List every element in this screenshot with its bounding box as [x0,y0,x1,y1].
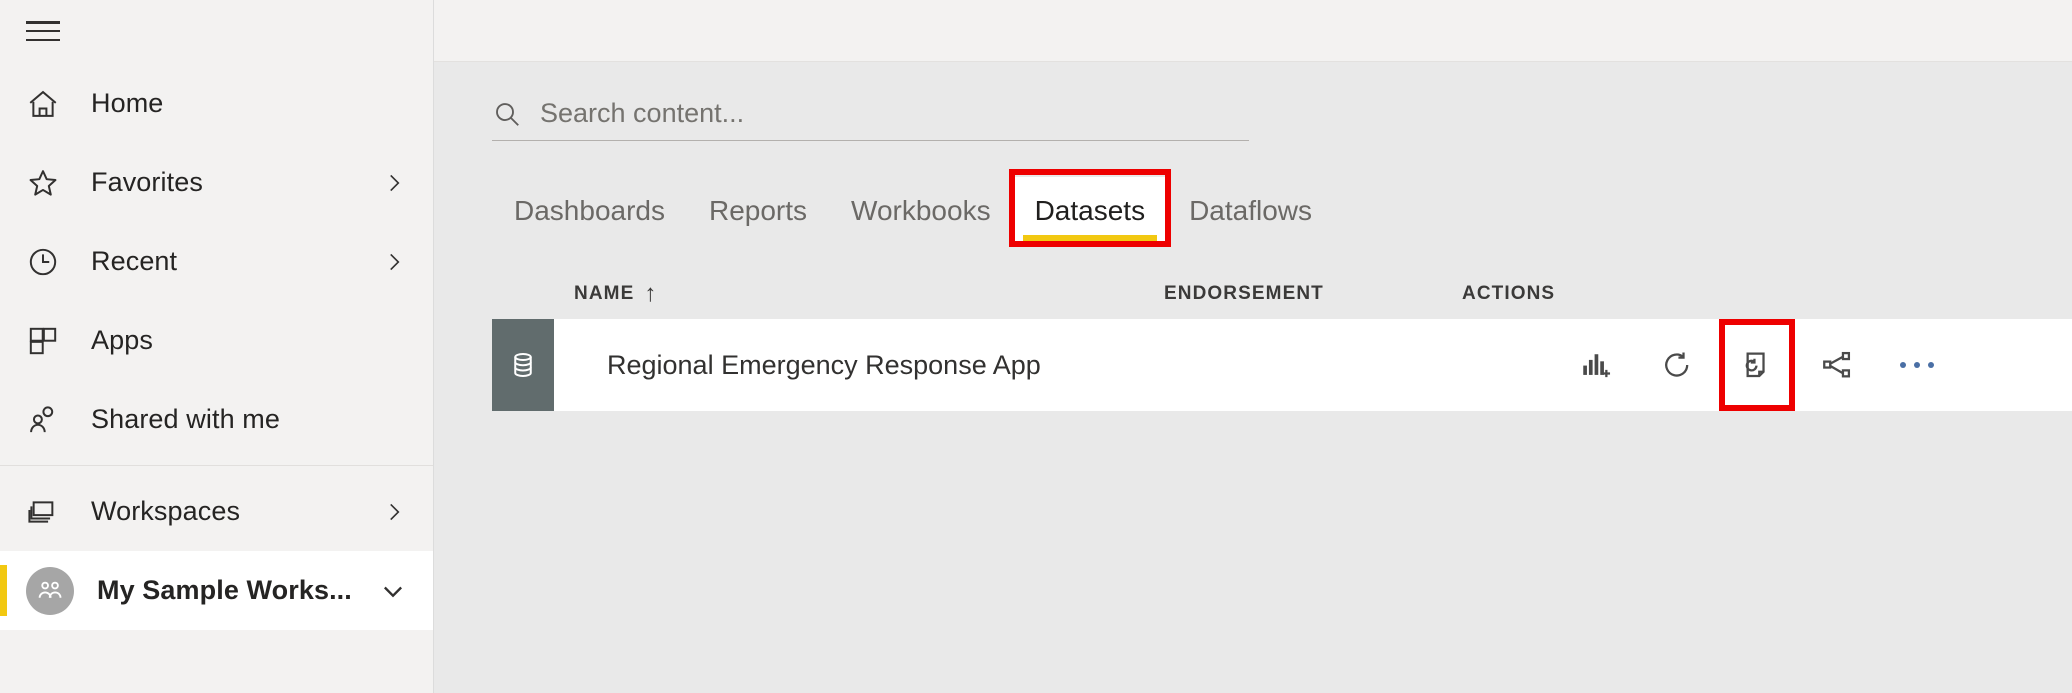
sidebar-item-recent[interactable]: Recent [0,222,433,301]
share-icon[interactable] [1816,344,1858,386]
main-area: Dashboards Reports Workbooks Datasets Da… [434,0,2072,693]
hamburger-line [26,38,60,41]
ellipsis-dot [1900,362,1906,368]
tab-label: Dashboards [514,195,665,226]
people-icon [26,403,68,437]
search-input[interactable] [540,98,1249,129]
ellipsis-dot [1928,362,1934,368]
sidebar-item-label: Workspaces [91,496,241,526]
sidebar-item-workspaces[interactable]: Workspaces [0,472,433,551]
column-header-label: ENDORSEMENT [1164,283,1324,304]
tab-label: Dataflows [1189,195,1313,226]
search-bar[interactable] [492,98,1249,141]
column-header-label: ACTIONS [1462,283,1556,304]
tab-datasets[interactable]: Datasets [1012,177,1168,241]
sidebar-item-label: Favorites [91,167,203,197]
sidebar-item-favorites[interactable]: Favorites [0,143,433,222]
create-report-icon[interactable] [1576,344,1618,386]
active-tab-underline [1022,235,1158,241]
sidebar-item-label: Home [91,88,164,118]
top-bar [434,0,2072,62]
apps-grid-icon [26,324,68,358]
hamburger-line [26,21,60,24]
tab-dashboards[interactable]: Dashboards [492,197,687,241]
sidebar-workspaces-group: Workspaces My Sample Works... [0,465,433,630]
sidebar-item-label: Shared with me [91,404,280,434]
menu-hamburger-icon[interactable] [26,18,60,44]
table-row[interactable]: Regional Emergency Response App [492,319,2072,411]
clock-icon [26,245,68,279]
ellipsis-dot [1914,362,1920,368]
refresh-now-icon[interactable] [1656,344,1698,386]
more-options-icon[interactable] [1896,344,1938,386]
sidebar-primary-group: Home Favorites Recent Apps Shared with m… [0,62,433,459]
chevron-right-icon[interactable] [381,499,407,525]
tab-label: Datasets [1034,195,1146,226]
chevron-right-icon[interactable] [381,170,407,196]
tab-workbooks[interactable]: Workbooks [829,197,1013,241]
star-icon [26,166,68,200]
hamburger-line [26,29,60,33]
sidebar-item-shared-with-me[interactable]: Shared with me [0,380,433,459]
chevron-down-icon[interactable] [379,577,407,605]
sidebar: Home Favorites Recent Apps Shared with m… [0,0,434,693]
sidebar-item-label: Apps [91,325,153,355]
workspaces-stack-icon [26,495,68,529]
column-header-endorsement[interactable]: ENDORSEMENT [1164,283,1462,305]
sidebar-item-home[interactable]: Home [0,64,433,143]
dataset-name[interactable]: Regional Emergency Response App [607,350,1041,381]
tab-reports[interactable]: Reports [687,197,829,241]
sidebar-item-label: My Sample Works... [97,575,352,605]
database-icon [492,319,554,411]
column-header-actions: ACTIONS [1462,283,1555,305]
app-root: Home Favorites Recent Apps Shared with m… [0,0,2072,693]
selection-accent-bar [0,565,7,616]
content-type-tabs: Dashboards Reports Workbooks Datasets Da… [492,169,2072,247]
datasets-table: NAME ↑ ENDORSEMENT ACTIONS Regional Emer… [492,269,2072,411]
group-avatar-icon [26,566,74,615]
sidebar-item-apps[interactable]: Apps [0,301,433,380]
home-icon [26,87,68,121]
sidebar-header [0,0,433,62]
row-actions [1576,319,2072,411]
column-header-label: NAME [574,283,635,304]
tab-label: Reports [708,195,808,226]
table-header-row: NAME ↑ ENDORSEMENT ACTIONS [492,269,2072,319]
sort-ascending-icon: ↑ [644,280,658,307]
sidebar-item-my-sample-workspace[interactable]: My Sample Works... [0,551,433,630]
chevron-right-icon[interactable] [381,249,407,275]
schedule-refresh-icon[interactable] [1719,319,1795,411]
column-header-name[interactable]: NAME ↑ [574,282,1164,306]
tab-dataflows[interactable]: Dataflows [1167,197,1334,241]
search-icon [492,99,522,129]
tab-label: Workbooks [851,195,991,226]
content-area: Dashboards Reports Workbooks Datasets Da… [434,62,2072,693]
sidebar-item-label: Recent [91,246,178,276]
